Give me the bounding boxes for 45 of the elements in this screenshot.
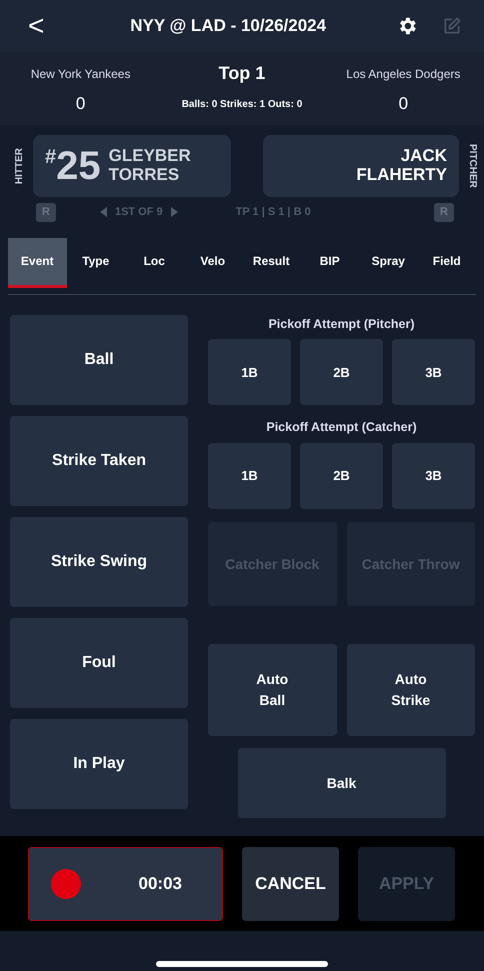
team-score: 0 bbox=[398, 93, 410, 116]
lineup-order: 1ST OF 9 bbox=[114, 205, 163, 220]
event-button[interactable]: Strike Swing bbox=[10, 516, 188, 606]
team-name: New York Yankees bbox=[30, 66, 132, 83]
balk-button[interactable]: Balk bbox=[238, 748, 446, 818]
base-button[interactable]: 1B bbox=[208, 339, 291, 406]
event-button[interactable]: Ball bbox=[10, 314, 188, 404]
pitcher-label: PITCHER bbox=[466, 144, 479, 188]
tab[interactable]: Spray bbox=[359, 238, 418, 288]
auto-action-button[interactable]: Auto Strike bbox=[346, 644, 475, 736]
inning-label: Top 1 bbox=[218, 62, 266, 86]
tab[interactable]: Field bbox=[418, 238, 476, 288]
game-title: NYY @ LAD - 10/26/2024 bbox=[129, 15, 328, 38]
tab[interactable]: Result bbox=[242, 238, 300, 288]
base-button[interactable]: 2B bbox=[300, 339, 383, 406]
tab[interactable]: Type bbox=[66, 238, 125, 288]
auto-action-button[interactable]: Auto Ball bbox=[208, 644, 336, 736]
tab[interactable]: BIP bbox=[300, 238, 359, 288]
hitter-label: HITTER bbox=[13, 148, 26, 184]
hitter-name: GLEYBER TORRES bbox=[108, 147, 191, 185]
base-button[interactable]: 2B bbox=[300, 443, 383, 509]
tab[interactable]: Velo bbox=[184, 238, 242, 288]
tab[interactable]: Event bbox=[8, 238, 66, 288]
record-dot-icon bbox=[51, 868, 81, 898]
previous-arrow-icon[interactable] bbox=[100, 207, 107, 218]
pitcher-name: JACK FLAHERTY bbox=[356, 147, 447, 185]
group-title: Pickoff Attempt (Pitcher) bbox=[267, 316, 416, 333]
event-button[interactable]: Strike Taken bbox=[10, 416, 188, 506]
event-button[interactable]: In Play bbox=[10, 718, 188, 808]
next-arrow-icon[interactable] bbox=[170, 207, 178, 218]
pitcher-card[interactable]: JACK FLAHERTY bbox=[263, 135, 459, 197]
base-button[interactable]: 3B bbox=[392, 443, 475, 509]
back-button[interactable]: < bbox=[28, 12, 44, 40]
tab[interactable]: Loc bbox=[125, 238, 184, 288]
pitch-info: TP 1 | S 1 | B 0 bbox=[236, 205, 311, 220]
base-button[interactable]: 1B bbox=[208, 443, 291, 509]
event-button[interactable]: Foul bbox=[10, 618, 188, 708]
record-button[interactable]: 00:03 bbox=[28, 846, 223, 920]
count-label: Balls: 0 Strikes: 1 Outs: 0 bbox=[180, 98, 304, 112]
jersey-number: $^{#}$25 bbox=[45, 146, 101, 186]
cancel-button[interactable]: CANCEL bbox=[242, 846, 339, 920]
group-title: Pickoff Attempt (Catcher) bbox=[265, 419, 418, 436]
base-button[interactable]: 3B bbox=[392, 339, 475, 406]
team-name: Los Angeles Dodgers bbox=[345, 66, 462, 83]
team-score: 0 bbox=[74, 93, 86, 116]
